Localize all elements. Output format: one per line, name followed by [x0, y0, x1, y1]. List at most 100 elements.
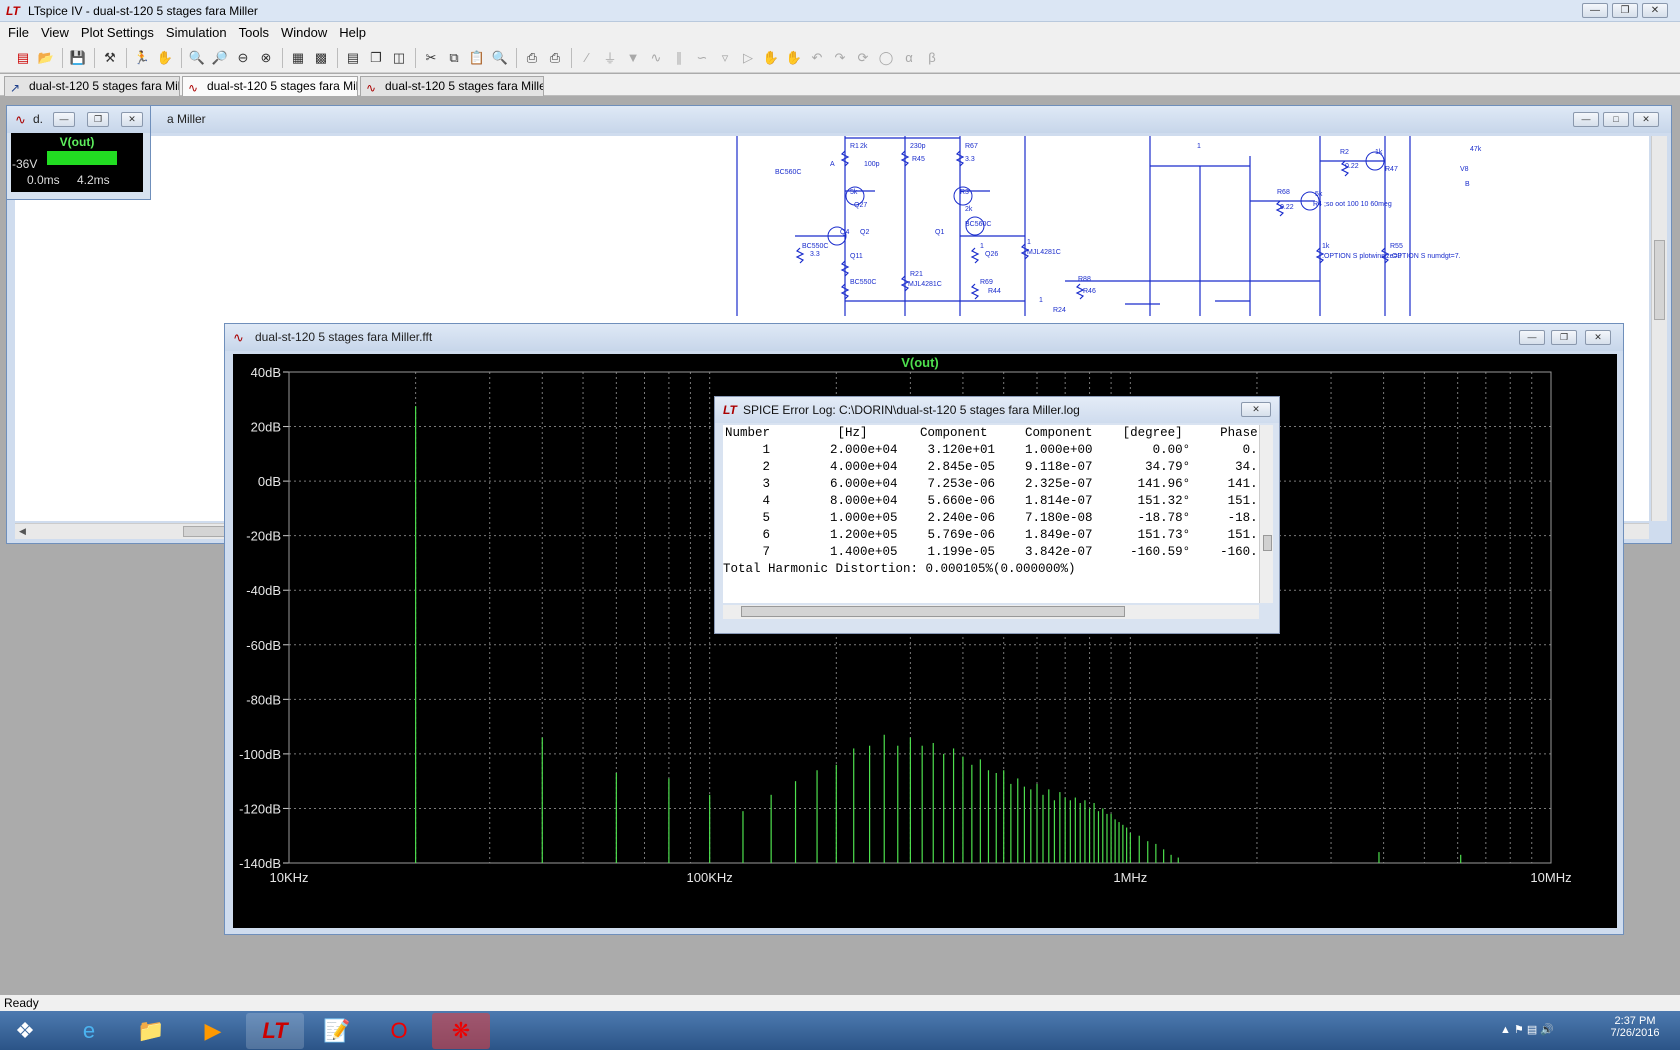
mini-plot-x-end: 4.2ms: [77, 173, 110, 187]
mini-plot-window: ∿ d. — ❐ ✕ V(out) -36V 0.0ms 4.2ms: [6, 105, 151, 200]
media-player-icon[interactable]: ▶: [184, 1013, 242, 1049]
menu-plot-settings[interactable]: Plot Settings: [79, 25, 164, 40]
scrollbar-thumb[interactable]: [1263, 535, 1272, 551]
schematic-label: R68: [1277, 189, 1290, 196]
zoom-pan-icon[interactable]: 🔎: [209, 47, 231, 69]
label-net-icon[interactable]: ▼: [622, 47, 644, 69]
file-explorer-icon[interactable]: 📁: [122, 1013, 180, 1049]
halt-icon[interactable]: ✋: [154, 47, 176, 69]
close-button[interactable]: ✕: [1633, 112, 1659, 127]
minimize-button[interactable]: —: [53, 112, 75, 127]
waveform-icon: ∿: [233, 330, 244, 345]
log-row: 5 1.000e+05 2.240e-06 7.180e-08 -18.78° …: [725, 511, 1258, 525]
restore-button[interactable]: ❐: [1551, 330, 1577, 345]
internet-explorer-icon[interactable]: e: [60, 1013, 118, 1049]
schematic-label: Q26: [985, 251, 998, 258]
title-bar: LT LTspice IV - dual-st-120 5 stages far…: [0, 0, 1680, 22]
app-taskbar-icon[interactable]: ❋: [432, 1013, 490, 1049]
mini-plot-x-start: 0.0ms: [27, 173, 60, 187]
schematic-label: 5k: [850, 189, 858, 196]
close-button[interactable]: ✕: [1585, 330, 1611, 345]
menu-file[interactable]: File: [6, 25, 39, 40]
zoom-out-icon[interactable]: ⊖: [232, 47, 254, 69]
waveform-icon: ∿: [188, 81, 199, 95]
capacitor-icon[interactable]: ∥: [668, 47, 690, 69]
rotate-icon[interactable]: ⟳: [852, 47, 874, 69]
restore-button[interactable]: ❐: [87, 112, 109, 127]
open-icon[interactable]: 📂: [35, 47, 57, 69]
scrollbar-thumb[interactable]: [741, 606, 1125, 617]
redo-icon[interactable]: ↷: [829, 47, 851, 69]
wire-icon[interactable]: ∕: [576, 47, 598, 69]
tab-schematic-2[interactable]: ∿ dual-st-120 5 stages fara Miller: [182, 76, 358, 96]
ground-icon[interactable]: ⏚: [599, 47, 621, 69]
toolbar-separator: [126, 47, 127, 68]
error-log-vscrollbar[interactable]: [1259, 425, 1273, 603]
error-log-hscrollbar[interactable]: [723, 605, 1259, 619]
maximize-button[interactable]: □: [1603, 112, 1629, 127]
print-setup-icon[interactable]: ⎙: [521, 47, 543, 69]
menu-tools[interactable]: Tools: [237, 25, 279, 40]
opera-icon[interactable]: O: [370, 1013, 428, 1049]
tab-fft[interactable]: ∿ dual-st-120 5 stages fara Miller.fft: [360, 76, 544, 96]
tile-horizontal-icon[interactable]: ▤: [342, 47, 364, 69]
schematic-label: Q27: [854, 202, 867, 209]
resistor-icon[interactable]: ∿: [645, 47, 667, 69]
schematic-label: BC550C: [850, 279, 876, 286]
menu-view[interactable]: View: [39, 25, 79, 40]
component-icon[interactable]: ▷: [737, 47, 759, 69]
close-button[interactable]: ✕: [121, 112, 143, 127]
menu-window[interactable]: Window: [279, 25, 337, 40]
tile-vertical-icon[interactable]: ◫: [388, 47, 410, 69]
new-schematic-icon[interactable]: ▤: [12, 47, 34, 69]
zoom-fit-icon[interactable]: ⊗: [255, 47, 277, 69]
menu-simulation[interactable]: Simulation: [164, 25, 237, 40]
zoom-in-icon[interactable]: 🔍: [186, 47, 208, 69]
print-icon[interactable]: ⎙: [544, 47, 566, 69]
y-tick-label: 0dB: [258, 474, 281, 489]
diode-icon[interactable]: ▿: [714, 47, 736, 69]
cut-icon[interactable]: ✂: [420, 47, 442, 69]
inductor-icon[interactable]: ∽: [691, 47, 713, 69]
schematic-label: .OPTION S numdgt=7.: [1390, 253, 1461, 260]
spice-directive-icon[interactable]: β: [921, 47, 943, 69]
log-row: 6 1.200e+05 5.769e-06 1.849e-07 151.73° …: [725, 528, 1258, 542]
copy-icon[interactable]: ⧉: [443, 47, 465, 69]
grid-icon[interactable]: ▩: [310, 47, 332, 69]
scrollbar-thumb[interactable]: [1654, 240, 1665, 320]
schematic-label: MJL4281C: [1027, 249, 1061, 256]
scroll-left-icon[interactable]: ◀: [19, 526, 26, 537]
drag-icon[interactable]: ✋: [783, 47, 805, 69]
vertical-scrollbar[interactable]: [1651, 136, 1667, 521]
restore-button[interactable]: ❐: [1612, 3, 1638, 18]
text-icon[interactable]: α: [898, 47, 920, 69]
error-log-text[interactable]: Number [Hz] Component Component [degree]…: [723, 425, 1267, 603]
schematic-label: R69: [980, 279, 993, 286]
close-button[interactable]: ✕: [1642, 3, 1668, 18]
tray-clock[interactable]: 2:37 PM 7/26/2016: [1600, 1015, 1670, 1039]
mini-plot-area[interactable]: V(out) -36V 0.0ms 4.2ms: [11, 133, 143, 192]
minimize-button[interactable]: —: [1582, 3, 1608, 18]
paste-icon[interactable]: 📋: [466, 47, 488, 69]
save-icon[interactable]: 💾: [67, 47, 89, 69]
minimize-button[interactable]: —: [1573, 112, 1599, 127]
control-panel-icon[interactable]: ⚒: [99, 47, 121, 69]
schematic-label: 1: [980, 243, 984, 250]
tray-icons[interactable]: ▲ ⚑ ▤ 🔊: [1500, 1023, 1554, 1036]
minimize-button[interactable]: —: [1519, 330, 1545, 345]
move-icon[interactable]: ✋: [760, 47, 782, 69]
autorange-icon[interactable]: ▦: [287, 47, 309, 69]
start-button[interactable]: ❖: [0, 1013, 50, 1049]
close-button[interactable]: ✕: [1241, 402, 1271, 417]
tab-schematic-1[interactable]: ↗ dual-st-120 5 stages fara Miller: [4, 76, 180, 96]
mirror-icon[interactable]: ◯: [875, 47, 897, 69]
cascade-icon[interactable]: ❐: [365, 47, 387, 69]
notepad-icon[interactable]: 📝: [308, 1013, 366, 1049]
schematic-label: R24: [1053, 307, 1066, 314]
run-icon[interactable]: 🏃: [131, 47, 153, 69]
y-tick-label: -140dB: [239, 856, 281, 871]
ltspice-taskbar-icon[interactable]: LT: [246, 1013, 304, 1049]
find-icon[interactable]: 🔍: [489, 47, 511, 69]
undo-icon[interactable]: ↶: [806, 47, 828, 69]
menu-help[interactable]: Help: [337, 25, 376, 40]
